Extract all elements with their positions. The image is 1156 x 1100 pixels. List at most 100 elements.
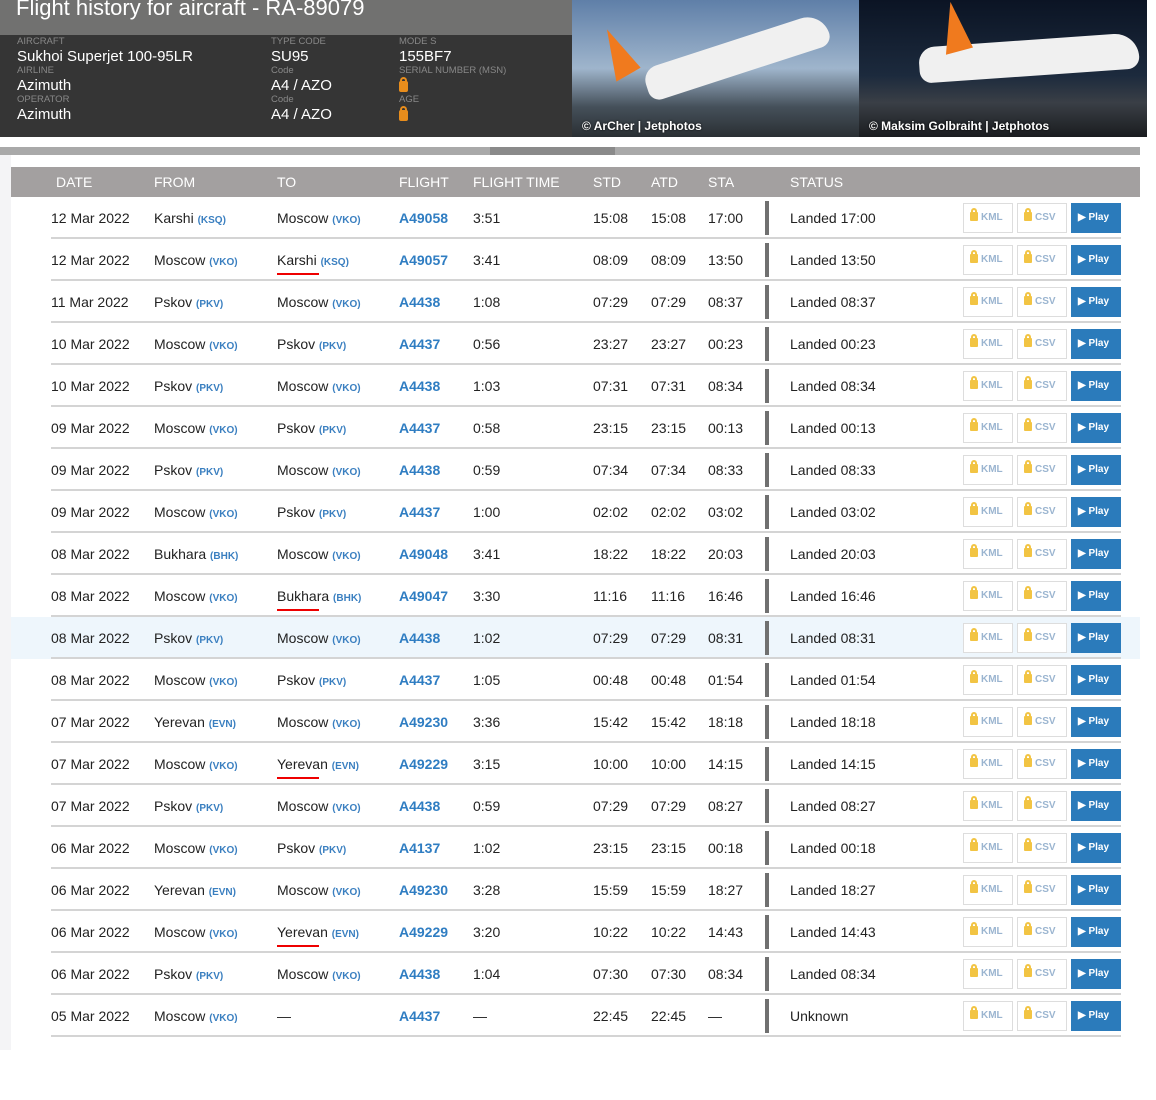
play-button[interactable]: ▶ Play [1071, 707, 1121, 737]
to-code[interactable]: (VKO) [332, 299, 360, 310]
to-code[interactable]: (PKV) [319, 677, 346, 688]
kml-button[interactable]: KML [963, 959, 1013, 989]
csv-button[interactable]: CSV [1017, 623, 1067, 653]
from-code[interactable]: (VKO) [209, 845, 237, 856]
horizontal-scrollbar[interactable] [0, 147, 1140, 155]
to-code[interactable]: (VKO) [332, 803, 360, 814]
csv-button[interactable]: CSV [1017, 245, 1067, 275]
table-row[interactable]: 08 Mar 2022 Moscow (VKO) Bukhara (BHK) A… [11, 575, 1140, 617]
flight-number-link[interactable]: A4437 [399, 336, 440, 352]
play-button[interactable]: ▶ Play [1071, 203, 1121, 233]
flight-number-link[interactable]: A4437 [399, 420, 440, 436]
table-row[interactable]: 06 Mar 2022 Moscow (VKO) Pskov (PKV) A41… [11, 827, 1140, 869]
to-code[interactable]: (VKO) [332, 383, 360, 394]
flight-number-link[interactable]: A49230 [399, 882, 448, 898]
table-row[interactable]: 08 Mar 2022 Pskov (PKV) Moscow (VKO) A44… [11, 617, 1140, 659]
table-row[interactable]: 07 Mar 2022 Moscow (VKO) Yerevan (EVN) A… [11, 743, 1140, 785]
lock-icon[interactable] [399, 77, 408, 92]
flight-number-link[interactable]: A4437 [399, 1008, 440, 1024]
from-code[interactable]: (PKV) [196, 803, 223, 814]
csv-button[interactable]: CSV [1017, 329, 1067, 359]
from-code[interactable]: (EVN) [209, 719, 236, 730]
kml-button[interactable]: KML [963, 791, 1013, 821]
to-code[interactable]: (PKV) [319, 425, 346, 436]
kml-button[interactable]: KML [963, 665, 1013, 695]
table-row[interactable]: 09 Mar 2022 Pskov (PKV) Moscow (VKO) A44… [11, 449, 1140, 491]
from-code[interactable]: (VKO) [209, 593, 237, 604]
flight-number-link[interactable]: A49229 [399, 756, 448, 772]
from-code[interactable]: (VKO) [209, 677, 237, 688]
flight-number-link[interactable]: A4437 [399, 504, 440, 520]
kml-button[interactable]: KML [963, 287, 1013, 317]
csv-button[interactable]: CSV [1017, 497, 1067, 527]
table-row[interactable]: 06 Mar 2022 Pskov (PKV) Moscow (VKO) A44… [11, 953, 1140, 995]
from-code[interactable]: (BHK) [210, 551, 238, 562]
flight-number-link[interactable]: A4438 [399, 966, 440, 982]
kml-button[interactable]: KML [963, 455, 1013, 485]
flight-number-link[interactable]: A49230 [399, 714, 448, 730]
aircraft-photo[interactable]: © Maksim Golbraiht | Jetphotos [859, 0, 1147, 137]
kml-button[interactable]: KML [963, 707, 1013, 737]
flight-number-link[interactable]: A49048 [399, 546, 448, 562]
table-row[interactable]: 06 Mar 2022 Yerevan (EVN) Moscow (VKO) A… [11, 869, 1140, 911]
from-code[interactable]: (VKO) [209, 1013, 237, 1024]
kml-button[interactable]: KML [963, 749, 1013, 779]
play-button[interactable]: ▶ Play [1071, 791, 1121, 821]
kml-button[interactable]: KML [963, 539, 1013, 569]
table-row[interactable]: 10 Mar 2022 Pskov (PKV) Moscow (VKO) A44… [11, 365, 1140, 407]
from-code[interactable]: (PKV) [196, 299, 223, 310]
kml-button[interactable]: KML [963, 833, 1013, 863]
table-row[interactable]: 05 Mar 2022 Moscow (VKO) — A4437 — 22:45… [11, 995, 1140, 1037]
csv-button[interactable]: CSV [1017, 413, 1067, 443]
play-button[interactable]: ▶ Play [1071, 581, 1121, 611]
from-code[interactable]: (VKO) [209, 341, 237, 352]
play-button[interactable]: ▶ Play [1071, 875, 1121, 905]
csv-button[interactable]: CSV [1017, 875, 1067, 905]
from-code[interactable]: (VKO) [209, 425, 237, 436]
to-code[interactable]: (EVN) [332, 761, 359, 772]
csv-button[interactable]: CSV [1017, 917, 1067, 947]
csv-button[interactable]: CSV [1017, 581, 1067, 611]
to-code[interactable]: (EVN) [332, 929, 359, 940]
table-row[interactable]: 11 Mar 2022 Pskov (PKV) Moscow (VKO) A44… [11, 281, 1140, 323]
play-button[interactable]: ▶ Play [1071, 623, 1121, 653]
table-row[interactable]: 06 Mar 2022 Moscow (VKO) Yerevan (EVN) A… [11, 911, 1140, 953]
to-code[interactable]: (VKO) [332, 467, 360, 478]
play-button[interactable]: ▶ Play [1071, 959, 1121, 989]
csv-button[interactable]: CSV [1017, 371, 1067, 401]
play-button[interactable]: ▶ Play [1071, 917, 1121, 947]
csv-button[interactable]: CSV [1017, 455, 1067, 485]
csv-button[interactable]: CSV [1017, 1001, 1067, 1031]
play-button[interactable]: ▶ Play [1071, 539, 1121, 569]
flight-number-link[interactable]: A4437 [399, 672, 440, 688]
to-code[interactable]: (PKV) [319, 509, 346, 520]
from-code[interactable]: (PKV) [196, 467, 223, 478]
csv-button[interactable]: CSV [1017, 749, 1067, 779]
from-code[interactable]: (VKO) [209, 761, 237, 772]
kml-button[interactable]: KML [963, 917, 1013, 947]
to-code[interactable]: (PKV) [319, 845, 346, 856]
play-button[interactable]: ▶ Play [1071, 245, 1121, 275]
to-code[interactable]: (PKV) [319, 341, 346, 352]
scrollbar-thumb[interactable] [490, 147, 615, 155]
lock-icon[interactable] [399, 106, 408, 121]
csv-button[interactable]: CSV [1017, 539, 1067, 569]
to-code[interactable]: (VKO) [332, 971, 360, 982]
kml-button[interactable]: KML [963, 623, 1013, 653]
to-code[interactable]: (BHK) [333, 593, 361, 604]
flight-number-link[interactable]: A4137 [399, 840, 440, 856]
from-code[interactable]: (EVN) [209, 887, 236, 898]
kml-button[interactable]: KML [963, 329, 1013, 359]
kml-button[interactable]: KML [963, 371, 1013, 401]
play-button[interactable]: ▶ Play [1071, 413, 1121, 443]
table-row[interactable]: 08 Mar 2022 Moscow (VKO) Pskov (PKV) A44… [11, 659, 1140, 701]
flight-number-link[interactable]: A49229 [399, 924, 448, 940]
flight-number-link[interactable]: A49047 [399, 588, 448, 604]
csv-button[interactable]: CSV [1017, 791, 1067, 821]
flight-number-link[interactable]: A49057 [399, 252, 448, 268]
from-code[interactable]: (PKV) [196, 635, 223, 646]
table-row[interactable]: 12 Mar 2022 Moscow (VKO) Karshi (KSQ) A4… [11, 239, 1140, 281]
table-row[interactable]: 10 Mar 2022 Moscow (VKO) Pskov (PKV) A44… [11, 323, 1140, 365]
to-code[interactable]: (VKO) [332, 635, 360, 646]
play-button[interactable]: ▶ Play [1071, 833, 1121, 863]
